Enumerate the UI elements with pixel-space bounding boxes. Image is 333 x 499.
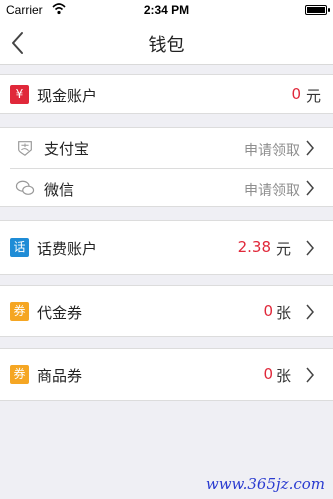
chevron-right-icon bbox=[306, 304, 314, 320]
goods-coupon-icon: 券 bbox=[10, 365, 29, 384]
goods-coupon-label: 商品券 bbox=[37, 367, 83, 385]
page-title: 钱包 bbox=[148, 35, 185, 56]
phone-account-unit: 元 bbox=[275, 240, 291, 258]
phone-account-amount: 2.38 bbox=[237, 238, 271, 256]
status-bar: Carrier 2:34 PM bbox=[0, 0, 333, 20]
alipay-icon bbox=[18, 141, 32, 156]
phone-account-row[interactable]: 话 话费账户 2.38 元 bbox=[0, 220, 333, 275]
wechat-label: 微信 bbox=[44, 181, 75, 199]
goods-coupon-count: 0 bbox=[263, 365, 273, 383]
wechat-icon bbox=[15, 180, 35, 195]
phone-bill-icon: 话 bbox=[10, 238, 29, 257]
wechat-row[interactable]: 微信 申请领取 bbox=[0, 169, 333, 208]
cash-account-unit: 元 bbox=[305, 87, 321, 105]
goods-coupon-unit: 张 bbox=[275, 367, 291, 385]
battery-icon bbox=[305, 5, 330, 15]
phone-account-label: 话费账户 bbox=[37, 240, 98, 258]
cash-account-row[interactable]: ¥ 现金账户 0 元 bbox=[0, 74, 333, 114]
status-time: 2:34 PM bbox=[143, 3, 190, 17]
voucher-icon: 券 bbox=[10, 302, 29, 321]
yuan-icon: ¥ bbox=[10, 85, 29, 104]
voucher-unit: 张 bbox=[275, 304, 291, 322]
chevron-right-icon bbox=[306, 180, 314, 196]
alipay-label: 支付宝 bbox=[44, 140, 90, 158]
watermark-text: www.365jz.com bbox=[205, 475, 325, 493]
chevron-right-icon bbox=[306, 240, 314, 256]
chevron-right-icon bbox=[306, 367, 314, 383]
voucher-row[interactable]: 券 代金券 0 张 bbox=[0, 285, 333, 337]
alipay-apply-text: 申请领取 bbox=[244, 143, 300, 159]
wechat-apply-text: 申请领取 bbox=[244, 183, 300, 199]
voucher-label: 代金券 bbox=[37, 304, 83, 322]
nav-bar: 钱包 bbox=[0, 20, 333, 65]
voucher-count: 0 bbox=[263, 302, 273, 320]
goods-coupon-row[interactable]: 券 商品券 0 张 bbox=[0, 348, 333, 401]
cash-account-label: 现金账户 bbox=[37, 87, 98, 105]
chevron-right-icon bbox=[306, 140, 314, 156]
third-party-group: 支付宝 申请领取 微信 申请领取 bbox=[0, 127, 333, 207]
alipay-row[interactable]: 支付宝 申请领取 bbox=[0, 128, 333, 168]
cash-account-amount: 0 bbox=[291, 85, 301, 103]
